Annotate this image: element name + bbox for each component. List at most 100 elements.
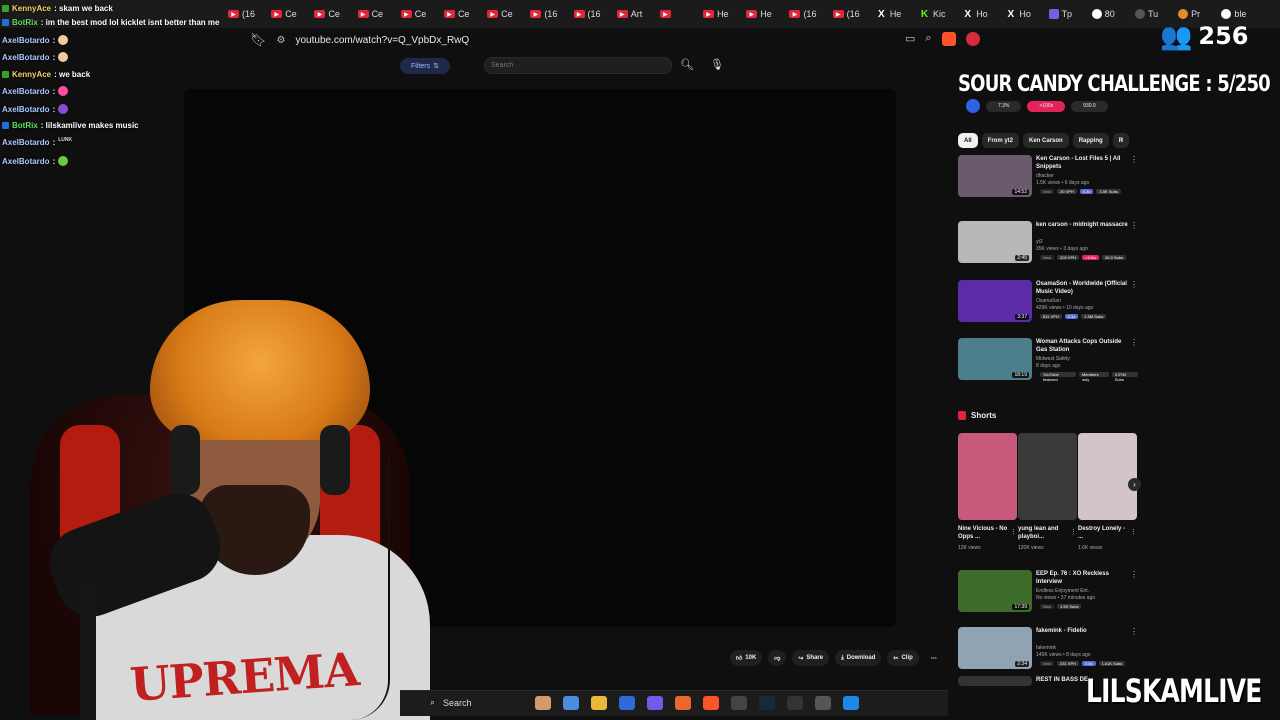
browser-tab[interactable]: ▶ Art [616, 6, 660, 22]
short-video[interactable]: Destroy Lonely - ... 1.6K views ⋮ [1078, 433, 1137, 553]
chip-filter[interactable]: Rapping [1072, 133, 1109, 148]
steam-icon[interactable] [759, 696, 775, 710]
browser-tab[interactable]: X Ho [962, 6, 1005, 22]
chip-filter[interactable]: All [958, 133, 978, 148]
short-thumbnail[interactable] [1078, 433, 1137, 520]
short-video[interactable]: yung lean and playboi... 120K views ⋮ [1018, 433, 1077, 553]
more-options-icon[interactable]: ⋮ [1130, 280, 1138, 289]
dislike-button[interactable]: 👎︎ [768, 650, 787, 666]
channel-name[interactable]: yt2 [1036, 239, 1043, 245]
video-thumbnail[interactable]: 3:37 [958, 280, 1032, 322]
taskbar-search[interactable]: ⌕ Search [430, 697, 472, 708]
address-bar[interactable]: 🔖︎ ⚙ youtube.com/watch?v=Q_VpbDx_RwQ [250, 30, 1000, 50]
browser-tab[interactable]: ble [1221, 6, 1264, 22]
browser-tab[interactable]: ▶ He [703, 6, 746, 22]
video-thumbnail[interactable]: 14:52 [958, 155, 1032, 197]
cast-icon[interactable]: ▭ [905, 32, 915, 46]
files-icon[interactable] [591, 696, 607, 710]
browser-tab[interactable]: Pr [1178, 6, 1221, 22]
recommended-video[interactable]: 3:37 OsamaSon - Worldwide (Official Music… [958, 280, 1138, 326]
video-title[interactable]: EEP Ep. 76 : XO Reckless Interview [1036, 570, 1128, 586]
video-title[interactable]: ken carson - midnight massacre [1036, 221, 1128, 229]
extension-icon[interactable] [965, 32, 980, 46]
channel-name[interactable]: dhacker [1036, 173, 1054, 179]
browser-tab[interactable]: ▶ (16 [832, 6, 876, 22]
short-video[interactable]: Nine Vicious - No Opps ... 12K views ⋮ [958, 433, 1017, 553]
channel-name[interactable]: fakemink [1036, 645, 1056, 651]
video-title[interactable]: fakemink - Fidelio [1036, 627, 1128, 635]
bookmark-icon[interactable]: 🔖︎ [250, 32, 267, 48]
browser-tab[interactable]: ▶ (16 [789, 6, 832, 22]
video-thumbnail[interactable]: 18:19 [958, 338, 1032, 380]
more-options-icon[interactable]: ⋮ [1010, 528, 1017, 536]
short-title[interactable]: Nine Vicious - No Opps ... [958, 525, 1008, 541]
more-options-icon[interactable]: ⋮ [1130, 155, 1138, 164]
browser-tab[interactable]: Tu [1134, 6, 1178, 22]
more-options-icon[interactable]: ⋮ [1130, 338, 1138, 347]
browser-tab[interactable]: ▶ Ce [400, 6, 444, 22]
video-thumbnail[interactable] [958, 676, 1032, 686]
obs-icon[interactable] [731, 696, 747, 710]
chip-filter[interactable]: From yt2 [981, 133, 1020, 148]
video-title[interactable]: Ken Carson - Lost Files 5 | All Snippets [1036, 155, 1128, 171]
more-options-icon[interactable]: ⋮ [1130, 627, 1138, 636]
browser-tab[interactable]: Tp [1048, 6, 1092, 22]
channel-name[interactable]: Midwest Safety [1036, 356, 1070, 362]
chip-filter[interactable]: Ken Carson [1023, 133, 1069, 148]
microphone-icon[interactable]: 🎙︎ [710, 58, 724, 71]
zoom-icon[interactable]: ⌕ [925, 32, 931, 46]
video-title[interactable]: Woman Attacks Cops Outside Gas Station [1036, 338, 1128, 354]
video-thumbnail[interactable]: 2:45 [958, 221, 1032, 263]
extension-logo-icon[interactable] [966, 99, 980, 113]
search-input[interactable]: Search [484, 57, 672, 74]
brave-icon[interactable] [703, 696, 719, 710]
more-options-icon[interactable]: ⋮ [1130, 221, 1138, 230]
video-thumbnail[interactable]: 2:34 [958, 627, 1032, 669]
url-text[interactable]: youtube.com/watch?v=Q_VpbDx_RwQ [295, 35, 469, 46]
browser-tab[interactable]: 80 [1091, 6, 1135, 22]
widgets-icon[interactable] [535, 696, 551, 710]
browser-tab[interactable]: X Ho [1005, 6, 1048, 22]
browser-tab[interactable]: ▶ Ce [357, 6, 401, 22]
browser-tab[interactable]: ▶ Ce [487, 6, 530, 22]
browser-tab[interactable]: ▶ [659, 6, 703, 22]
short-thumbnail[interactable] [958, 433, 1017, 520]
more-options-icon[interactable]: ⋮ [1070, 528, 1077, 536]
recommended-video[interactable]: 2:45 ken carson - midnight massacre yt2 35K… [958, 221, 1138, 267]
channel-name[interactable]: Endless Enjoyment Ent. [1036, 588, 1089, 594]
browser-tab[interactable]: ▶ (16 [530, 6, 573, 22]
browser-tab[interactable]: ▶ Ce [271, 6, 314, 22]
short-title[interactable]: Destroy Lonely - ... [1078, 525, 1128, 541]
recommended-video[interactable]: 17:39 EEP Ep. 76 : XO Reckless Interview E… [958, 570, 1138, 616]
app-icon[interactable] [675, 696, 691, 710]
more-options-icon[interactable]: ⋮ [1130, 570, 1138, 579]
recommended-video[interactable]: 2:34 fakemink - Fidelio fakemink 145K views… [958, 627, 1138, 673]
share-button[interactable]: ↪ Share [792, 650, 830, 666]
more-options-icon[interactable]: ⋮ [1130, 528, 1137, 536]
browser-tab[interactable]: ▶ Ce [443, 6, 487, 22]
browser-tab[interactable]: ▶ He [746, 6, 789, 22]
clip-button[interactable]: ✂ Clip [887, 650, 919, 666]
browser-tab[interactable]: ▶ Ce [314, 6, 357, 22]
more-actions-button[interactable]: ⋯ [925, 650, 943, 666]
brave-shields-icon[interactable] [941, 32, 956, 46]
channel-name[interactable]: OsamaSon [1036, 298, 1061, 304]
short-title[interactable]: yung lean and playboi... [1018, 525, 1068, 541]
copilot-icon[interactable] [563, 696, 579, 710]
4k-icon[interactable] [815, 696, 831, 710]
filters-button[interactable]: Filters ⇅ [400, 58, 450, 74]
browser-tab[interactable]: ▶ (16 [573, 6, 617, 22]
like-button[interactable]: 👍︎ 10K [730, 650, 763, 666]
video-thumbnail[interactable]: 17:39 [958, 570, 1032, 612]
store-icon[interactable] [619, 696, 635, 710]
nvidia-icon[interactable] [787, 696, 803, 710]
browser-tab[interactable]: K Kic [919, 6, 962, 22]
browser-tab[interactable]: ▶ (16 [228, 6, 271, 22]
site-info-icon[interactable]: ⚙ [277, 35, 286, 46]
recommended-video[interactable]: 18:19 Woman Attacks Cops Outside Gas Stat… [958, 338, 1139, 384]
discord-icon[interactable] [647, 696, 663, 710]
download-button[interactable]: ⤓ Download [835, 650, 882, 666]
video-title[interactable]: OsamaSon - Worldwide (Official Music Vid… [1036, 280, 1128, 296]
recommended-video[interactable]: 14:52 Ken Carson - Lost Files 5 | All Sni… [958, 155, 1138, 201]
browser-tab[interactable]: X He [876, 6, 919, 22]
